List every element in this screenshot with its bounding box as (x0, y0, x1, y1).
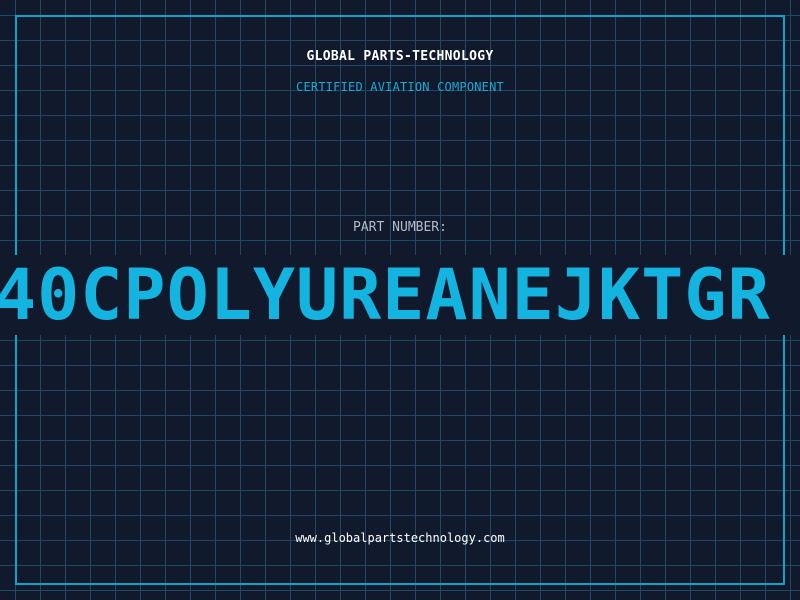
part-number-value: 40CPOLYUREANEJKTGR (0, 255, 771, 335)
tagline: CERTIFIED AVIATION COMPONENT (296, 80, 504, 94)
part-number-band: 40CPOLYUREANEJKTGR (0, 255, 800, 335)
website-url: www.globalpartstechnology.com (295, 531, 505, 545)
brand-title: GLOBAL PARTS-TECHNOLOGY (306, 49, 494, 64)
part-number-label: PART NUMBER: (353, 220, 447, 235)
